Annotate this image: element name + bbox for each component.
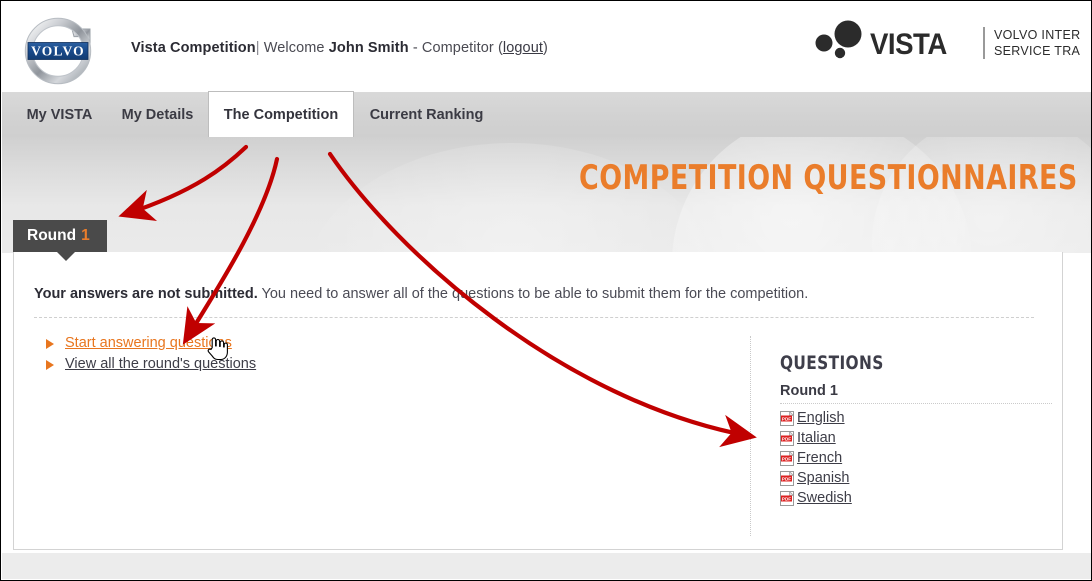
- round-tab-number: 1: [81, 227, 90, 244]
- question-pdf-label: French: [797, 450, 843, 466]
- pdf-icon: PDF: [780, 450, 795, 466]
- question-pdf-italian[interactable]: PDF Italian: [780, 428, 1050, 448]
- start-answering-questions-link[interactable]: Start answering questions: [46, 335, 232, 351]
- tab-the-competition[interactable]: The Competition: [208, 91, 354, 137]
- tab-my-vista[interactable]: My VISTA: [17, 92, 102, 137]
- pdf-icon: PDF: [780, 470, 795, 486]
- submission-status-detail: You need to answer all of the questions …: [257, 286, 809, 302]
- site-title: Vista Competition: [131, 40, 256, 56]
- pdf-icon: PDF: [780, 490, 795, 506]
- sidebar-divider: [750, 336, 751, 536]
- arrow-bullet-icon: [46, 359, 57, 370]
- question-pdf-spanish[interactable]: PDF Spanish: [780, 468, 1050, 488]
- page-footer: [2, 553, 1091, 579]
- round-tab-1[interactable]: Round 1: [13, 220, 107, 261]
- page-title: COMPETITION QUESTIONNAIRES: [579, 158, 1078, 198]
- header-welcome-text: Vista Competition| Welcome John Smith - …: [131, 40, 548, 56]
- tab-label: My Details: [121, 106, 194, 123]
- site-header: VOLVO Vista Competition| Welcome John Sm…: [2, 2, 1091, 92]
- svg-text:VOLVO INTERNATIONAL: VOLVO INTERNATIONAL: [994, 28, 1080, 42]
- pdf-icon: PDF: [780, 430, 795, 446]
- question-pdf-label: Italian: [797, 430, 836, 446]
- primary-nav-tabs: My VISTA My Details The Competition Curr…: [2, 91, 1091, 137]
- welcome-label: Welcome: [263, 40, 325, 56]
- submission-status-bold: Your answers are not submitted.: [34, 286, 258, 302]
- question-pdf-english[interactable]: PDF English: [780, 408, 1050, 428]
- svg-text:PDF: PDF: [782, 476, 791, 481]
- header-separator: |: [255, 40, 260, 56]
- tab-label: Current Ranking: [369, 106, 484, 123]
- svg-text:VISTA: VISTA: [870, 28, 948, 61]
- page-banner: COMPETITION QUESTIONNAIRES: [2, 137, 1091, 253]
- round-tab-label: Round: [27, 227, 77, 244]
- vista-dot-large: [834, 20, 862, 48]
- svg-text:PDF: PDF: [782, 496, 791, 501]
- page-root: VOLVO Vista Competition| Welcome John Sm…: [0, 0, 1092, 581]
- questions-round-label: Round 1: [780, 383, 838, 399]
- logout-paren-close: ): [543, 40, 548, 56]
- logout-link[interactable]: logout: [503, 40, 543, 56]
- vista-dot-small: [834, 47, 846, 59]
- questions-rule: [780, 403, 1052, 404]
- svg-text:PDF: PDF: [782, 416, 791, 421]
- tab-my-details[interactable]: My Details: [110, 92, 205, 137]
- pdf-icon: PDF: [780, 410, 795, 426]
- tab-current-ranking[interactable]: Current Ranking: [358, 92, 495, 137]
- vista-dot-medium: [815, 34, 833, 52]
- user-name: John Smith: [328, 40, 409, 56]
- svg-text:SERVICE TRAINING AWARD: SERVICE TRAINING AWARD: [994, 44, 1080, 58]
- questions-heading: QUESTIONS: [780, 352, 884, 374]
- svg-text:VOLVO: VOLVO: [31, 44, 85, 59]
- volvo-logo: VOLVO: [22, 9, 100, 87]
- arrow-bullet-icon: [46, 338, 57, 349]
- question-pdf-label: English: [797, 410, 845, 426]
- submission-status-message: Your answers are not submitted. You need…: [34, 286, 808, 302]
- tab-label: My VISTA: [26, 106, 93, 123]
- tab-label: The Competition: [223, 106, 339, 123]
- content-panel: Your answers are not submitted. You need…: [13, 252, 1063, 550]
- questions-sidebar: QUESTIONS Round 1 PDF English PDF Italia…: [780, 352, 1052, 508]
- question-pdf-swedish[interactable]: PDF Swedish: [780, 488, 1050, 508]
- hand-pointer-cursor: [207, 337, 228, 361]
- svg-text:PDF: PDF: [782, 456, 791, 461]
- question-pdf-label: Swedish: [797, 490, 852, 506]
- content-divider: [34, 317, 1034, 318]
- user-role: - Competitor: [412, 40, 494, 56]
- question-pdf-label: Spanish: [797, 470, 850, 486]
- question-pdf-french[interactable]: PDF French: [780, 448, 1050, 468]
- vista-brand-logo: VISTA VOLVO INTERNATIONAL SERVICE TRAINI…: [812, 20, 1080, 68]
- svg-text:PDF: PDF: [782, 436, 791, 441]
